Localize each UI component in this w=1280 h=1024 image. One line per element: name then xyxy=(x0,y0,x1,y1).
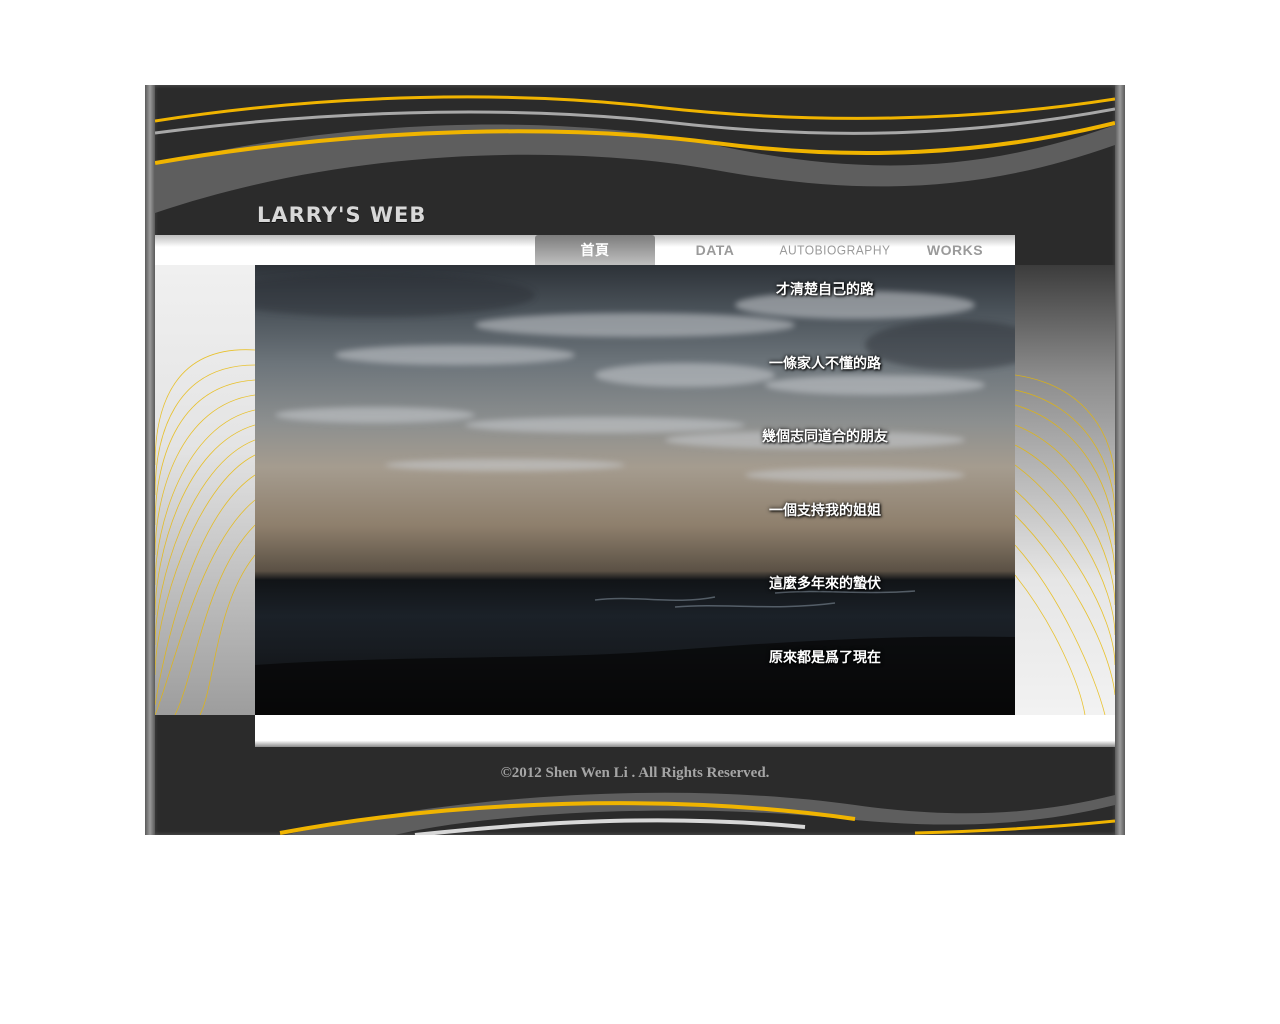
hero-text-line: 幾個志同道合的朋友 xyxy=(762,429,888,445)
hero-text-line: 才清楚自己的路 xyxy=(776,282,874,298)
content-bottom-band xyxy=(255,715,1115,747)
hero-text-line: 這麼多年來的蟄伏 xyxy=(769,576,881,592)
main-nav: 首頁 DATA AUTOBIOGRAPHY WORKS xyxy=(535,235,1015,265)
frame-edge-right xyxy=(1115,85,1125,835)
hero-text-line: 一個支持我的姐姐 xyxy=(769,503,881,519)
gold-lines-decoration xyxy=(1015,374,1115,715)
hero-image: 才清楚自己的路 一條家人不懂的路 幾個志同道合的朋友 一個支持我的姐姐 這麼多年… xyxy=(255,265,1015,715)
nav-item-data[interactable]: DATA xyxy=(655,235,775,265)
hero-text-line: 一條家人不懂的路 xyxy=(769,356,881,372)
nav-item-works[interactable]: WORKS xyxy=(895,235,1015,265)
site-logo[interactable]: LARRY'S WEB xyxy=(257,203,426,227)
gold-lines-decoration xyxy=(155,349,255,715)
footer-swoosh-decoration xyxy=(279,792,1115,835)
hero-text-line: 原來都是爲了現在 xyxy=(769,650,881,666)
side-panel-right xyxy=(1015,265,1115,715)
page-frame: LARRY'S WEB 首頁 DATA AUTOBIOGRAPHY WORKS xyxy=(145,85,1125,835)
nav-item-home[interactable]: 首頁 xyxy=(535,235,655,265)
sunset-sea-image xyxy=(255,273,1015,715)
side-panel-left xyxy=(155,265,255,715)
nav-item-autobiography[interactable]: AUTOBIOGRAPHY xyxy=(775,234,895,267)
frame-edge-left xyxy=(145,85,155,835)
